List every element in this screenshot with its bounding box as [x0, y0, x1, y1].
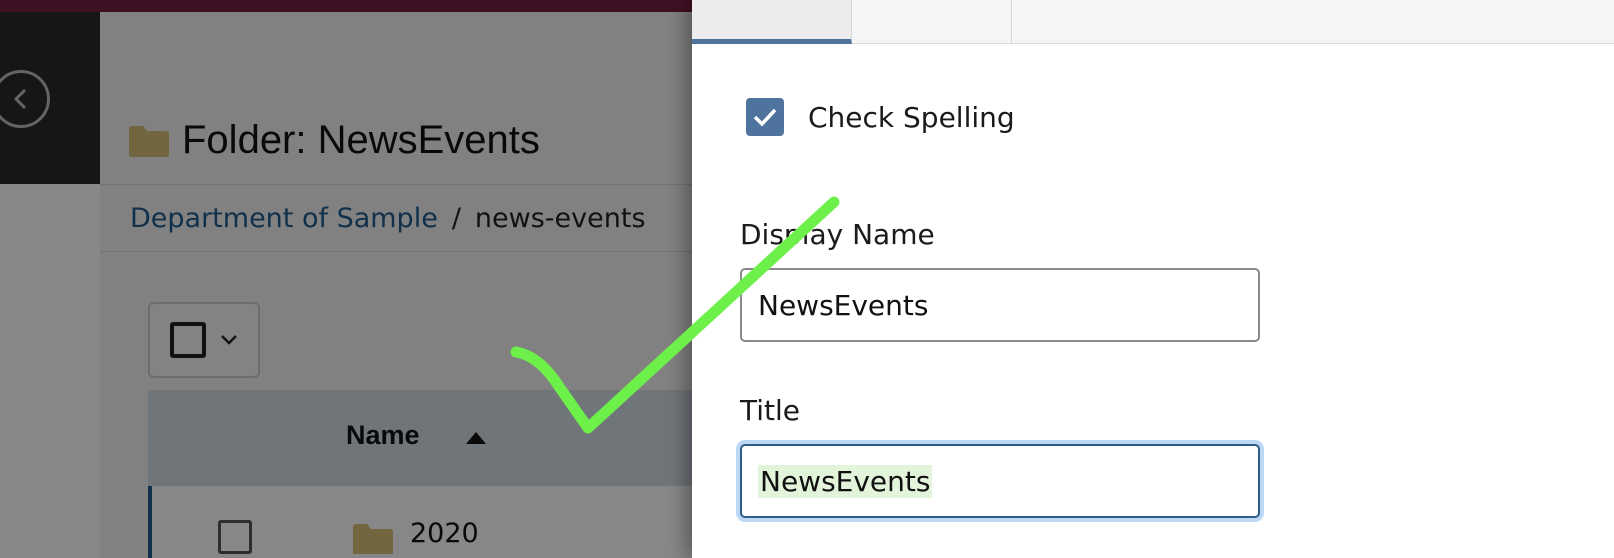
check-spelling-checkbox[interactable]	[746, 98, 784, 136]
check-spelling-option[interactable]: Check Spelling	[746, 98, 1015, 136]
tab-second[interactable]	[852, 0, 1012, 44]
tab-active[interactable]	[692, 0, 852, 44]
title-label: Title	[740, 394, 801, 427]
checkmark-icon	[753, 108, 777, 127]
title-input[interactable]: NewsEvents	[740, 444, 1260, 518]
display-name-input[interactable]	[740, 268, 1260, 342]
check-spelling-label: Check Spelling	[808, 100, 1015, 134]
edit-panel: Check Spelling Display Name Title NewsEv…	[692, 0, 1614, 558]
title-value-selected: NewsEvents	[758, 464, 933, 498]
display-name-label: Display Name	[740, 218, 935, 251]
tab-strip	[692, 0, 1614, 44]
